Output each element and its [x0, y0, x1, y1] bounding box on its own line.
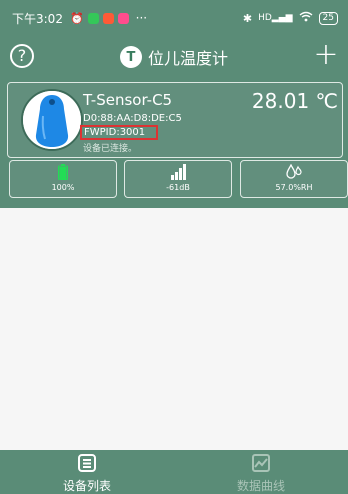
device-card[interactable]: T-Sensor-C5 D0:88:AA:D8:DE:C5 FWPID:3001…	[0, 78, 348, 208]
app-bar: ? T 位儿温度计 +	[0, 36, 348, 78]
humidity-stat: 57.0%RH	[240, 160, 348, 198]
app-icon-pink	[117, 12, 129, 24]
more-dots-icon: ···	[135, 11, 148, 25]
signal-value: -61dB	[166, 183, 190, 192]
nav-data-chart-label: 数据曲线	[236, 479, 285, 493]
bluetooth-icon: ✱	[242, 11, 253, 25]
battery-fill	[59, 167, 67, 179]
battery-status-value: 25	[322, 12, 334, 23]
app-icon-orange	[102, 12, 114, 24]
humidity-icon	[241, 164, 347, 180]
signal-icon: HD▂▄▆	[258, 13, 293, 23]
status-time: 下午3:02	[12, 11, 63, 26]
bottom-nav: 设备列表 数据曲线	[0, 450, 348, 494]
temperature-value: 28.01 ℃	[251, 89, 338, 113]
status-bar: 下午3:02 ⏰ ··· ✱ HD▂▄▆ 25	[0, 0, 348, 36]
alarm-icon: ⏰	[69, 11, 84, 25]
battery-status-icon: 25	[318, 11, 338, 25]
device-name: T-Sensor-C5	[83, 91, 173, 109]
battery-stat: 100%	[9, 160, 117, 198]
humidity-value: 57.0%RH	[275, 183, 313, 192]
app-title: 位儿温度计	[147, 49, 228, 68]
device-fwpid: FWPID:3001	[84, 127, 146, 138]
wifi-icon	[299, 11, 313, 25]
nav-data-chart[interactable]: 数据曲线	[174, 450, 348, 494]
nav-device-list[interactable]: 设备列表	[0, 450, 174, 494]
status-left: 下午3:02 ⏰ ···	[12, 10, 147, 27]
help-icon[interactable]: ?	[10, 44, 34, 68]
device-mac: D0:88:AA:D8:DE:C5	[83, 113, 182, 124]
connection-status: 设备已连接。	[83, 144, 138, 154]
battery-icon	[10, 164, 116, 180]
chart-icon	[252, 454, 270, 472]
battery-value: 100%	[51, 183, 75, 192]
app-logo-icon: T	[119, 46, 142, 68]
signal-strength-icon	[125, 164, 231, 180]
signal-hd-label: HD	[258, 13, 272, 23]
nav-device-list-label: 设备列表	[62, 479, 111, 493]
device-list-area	[0, 208, 348, 450]
signal-stat: -61dB	[124, 160, 232, 198]
app-title-wrap: T 位儿温度计	[119, 45, 228, 69]
list-icon	[78, 454, 96, 472]
device-avatar	[21, 89, 83, 151]
app-logo-letter: T	[126, 49, 136, 65]
device-stats-row: 100% -61dB 57.0%RH	[7, 160, 348, 202]
add-device-button[interactable]: +	[312, 40, 340, 71]
device-card-header[interactable]: T-Sensor-C5 D0:88:AA:D8:DE:C5 FWPID:3001…	[7, 82, 343, 158]
status-right: ✱ HD▂▄▆ 25	[243, 11, 338, 25]
sensor-device-icon	[23, 91, 81, 149]
app-icon-green	[87, 12, 99, 24]
